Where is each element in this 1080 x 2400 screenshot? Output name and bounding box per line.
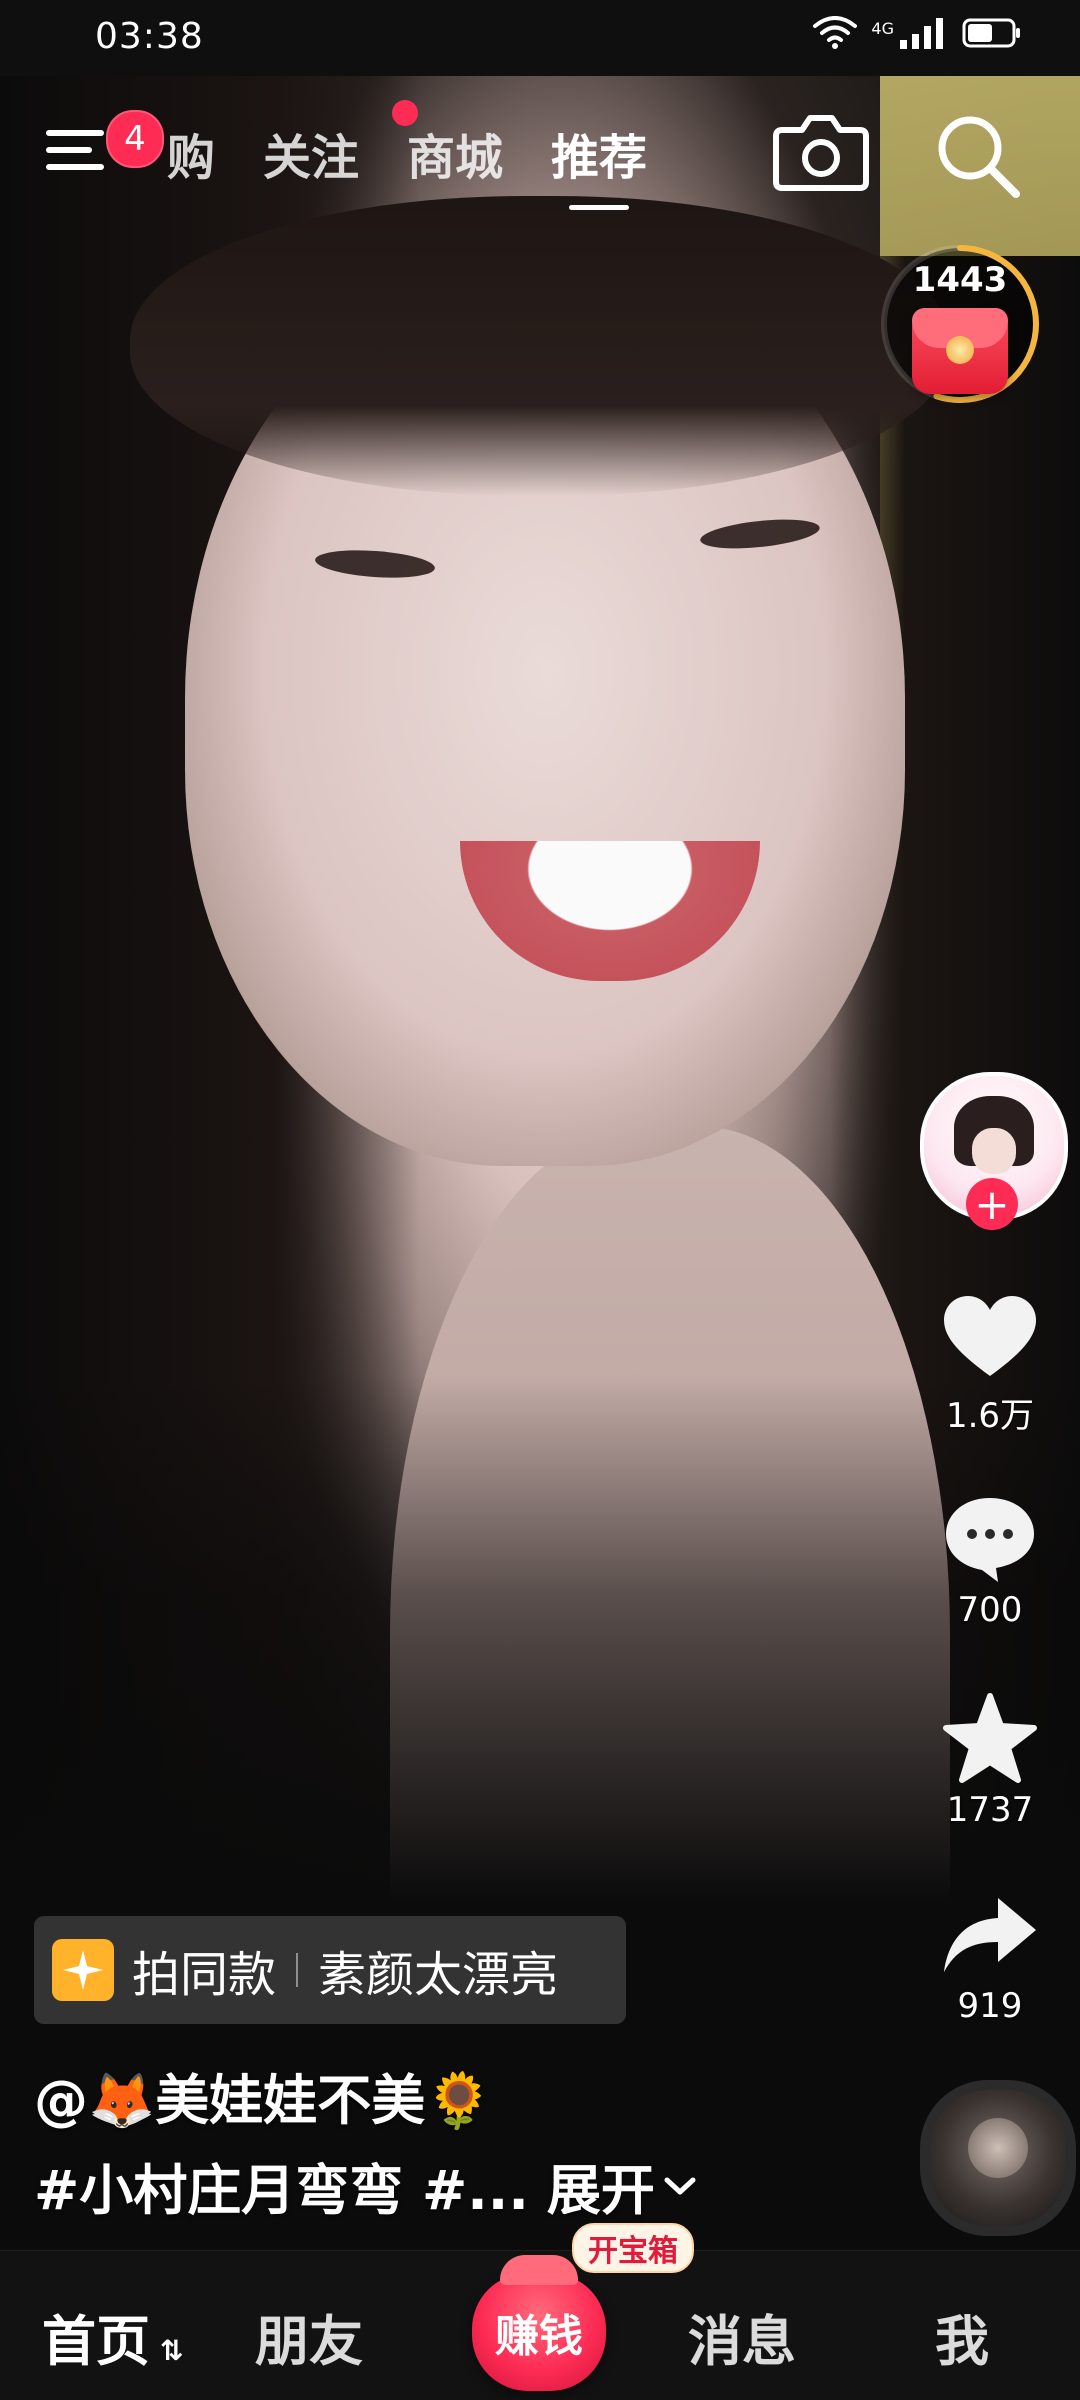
author-name[interactable]: @🦊美娃娃不美🌻	[34, 2056, 492, 2135]
nav-home-label: 首页	[42, 2310, 150, 2373]
description-text[interactable]: #小村庄月弯弯 #...	[34, 2146, 529, 2225]
wifi-icon	[813, 16, 858, 49]
swap-arrows-icon: ⇅	[160, 2334, 184, 2367]
share-count: 919	[957, 1986, 1023, 2026]
music-disc[interactable]	[920, 2080, 1076, 2236]
reward-count: 1443	[912, 260, 1008, 300]
share-icon	[944, 1898, 1036, 1972]
favorite-count: 1737	[946, 1790, 1034, 1830]
battery-icon	[962, 18, 1020, 48]
tab-following[interactable]: 关注	[263, 118, 359, 188]
like-count: 1.6万	[945, 1396, 1035, 1436]
camera-button[interactable]	[772, 110, 870, 192]
following-red-dot	[392, 100, 418, 126]
chip-action-label: 拍同款	[132, 1947, 277, 2003]
nav-home[interactable]: 首页 ⇅	[42, 2297, 183, 2376]
tab-shop-cut[interactable]: 购	[160, 118, 215, 188]
expand-button[interactable]: 展开	[547, 2146, 697, 2225]
share-action[interactable]: 919	[920, 1890, 1060, 2026]
like-action[interactable]: 1.6万	[920, 1292, 1060, 1437]
active-tab-indicator	[569, 205, 630, 210]
search-icon	[938, 116, 1020, 198]
menu-icon	[46, 130, 104, 170]
top-tabs: 购 关注 商城 推荐	[167, 118, 695, 210]
heart-icon	[944, 1296, 1036, 1376]
treasure-box-tag[interactable]: 开宝箱	[572, 2223, 694, 2273]
bangs	[130, 196, 950, 496]
status-time: 03:38	[95, 16, 204, 57]
network-type: 4G	[871, 18, 894, 38]
comment-action[interactable]: 700	[920, 1492, 1060, 1630]
earn-button[interactable]: 赚钱	[472, 2255, 606, 2391]
sparkle-icon	[52, 1939, 114, 2001]
signal-icon	[900, 18, 943, 49]
tab-recommend[interactable]: 推荐	[551, 118, 648, 210]
video-description: #小村庄月弯弯 #... 展开	[34, 2146, 697, 2225]
nav-friends[interactable]: 朋友	[255, 2297, 363, 2376]
status-bar: 03:38 4G	[0, 0, 1080, 76]
camera-icon	[773, 115, 869, 191]
earn-label: 赚钱	[495, 2311, 583, 2362]
bottom-nav: 首页 ⇅ 朋友 赚钱 开宝箱 消息 我	[0, 2223, 1080, 2400]
chip-topic-label: 素颜太漂亮	[318, 1947, 559, 2003]
chip-divider	[296, 1953, 299, 1987]
nav-messages[interactable]: 消息	[688, 2297, 796, 2376]
comment-icon	[946, 1498, 1034, 1582]
menu-button[interactable]: 4	[44, 110, 164, 186]
reward-timer[interactable]: 1443	[878, 242, 1042, 406]
status-icons: 4G	[813, 16, 1022, 50]
red-packet-icon	[912, 308, 1008, 394]
tab-mall[interactable]: 商城	[407, 118, 503, 188]
notification-badge: 4	[106, 110, 164, 168]
favorite-action[interactable]: 1737	[920, 1692, 1060, 1830]
comment-count: 700	[957, 1590, 1023, 1630]
search-button[interactable]	[932, 110, 1024, 202]
tab-recommend-label: 推荐	[551, 130, 648, 186]
follow-plus-button[interactable]: +	[966, 1178, 1018, 1230]
expand-label: 展开	[546, 2159, 655, 2222]
screen: 03:38 4G 4 购 关注 商城 推荐 1443 + 1.6万 700 17…	[0, 0, 1080, 2400]
star-icon	[943, 1693, 1037, 1783]
nav-me[interactable]: 我	[935, 2297, 989, 2376]
chevron-down-icon	[664, 2177, 696, 2194]
template-chip[interactable]: 拍同款 素颜太漂亮	[34, 1916, 626, 2024]
top-nav: 4 购 关注 商城 推荐	[0, 90, 1080, 230]
action-rail: + 1.6万 700 1737 919	[920, 1060, 1080, 2236]
